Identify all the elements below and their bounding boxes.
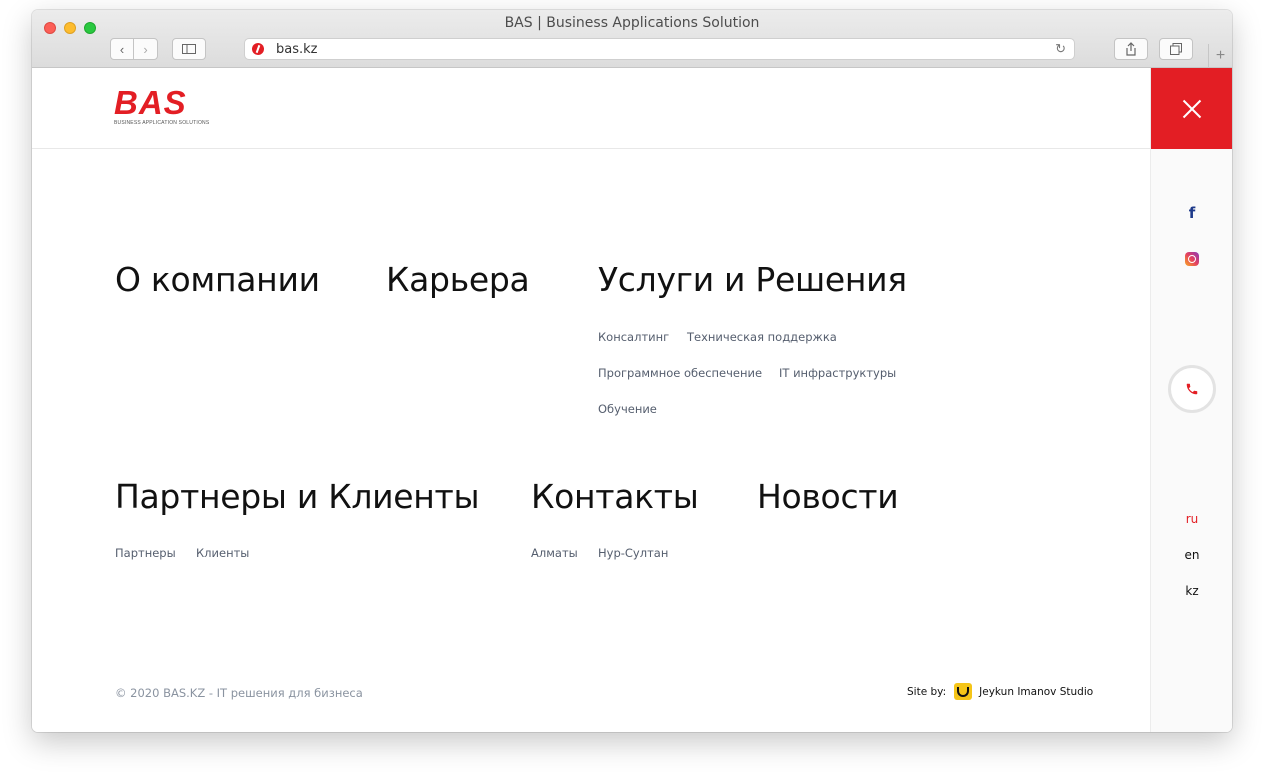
share-icon bbox=[1126, 42, 1136, 56]
studio-logo-icon bbox=[954, 683, 973, 700]
language-kz[interactable]: kz bbox=[1151, 584, 1232, 598]
language-ru[interactable]: ru bbox=[1151, 512, 1232, 526]
forward-button[interactable]: › bbox=[133, 38, 158, 60]
site-header: BAS BUSINESS APPLICATION SOLUTIONS bbox=[32, 68, 1150, 149]
footer-site-by: Site by: Jeykun Imanov Studio bbox=[907, 683, 1093, 700]
menu-services-training[interactable]: Обучение bbox=[598, 402, 657, 416]
menu-partners-partners[interactable]: Партнеры bbox=[115, 546, 176, 560]
phone-icon bbox=[1186, 383, 1198, 395]
right-rail: f ru en kz bbox=[1150, 68, 1232, 732]
facebook-icon[interactable]: f bbox=[1186, 205, 1198, 221]
logo-text: BAS bbox=[114, 84, 187, 121]
plus-icon: + bbox=[1215, 47, 1226, 64]
sidebar-toggle-button[interactable] bbox=[172, 38, 206, 60]
tabs-icon bbox=[1170, 43, 1182, 55]
window-title: BAS | Business Applications Solution bbox=[504, 15, 760, 31]
footer-copyright: © 2020 BAS.KZ - IT решения для бизнеса bbox=[115, 686, 363, 700]
sidebar-icon bbox=[182, 44, 196, 54]
page: BAS BUSINESS APPLICATION SOLUTIONS О ком… bbox=[32, 68, 1232, 732]
new-tab-button[interactable]: + bbox=[1208, 44, 1232, 68]
back-button[interactable]: ‹ bbox=[110, 38, 134, 60]
close-icon bbox=[1181, 98, 1203, 120]
menu-contacts-almaty[interactable]: Алматы bbox=[531, 546, 578, 560]
menu-services[interactable]: Услуги и Решения bbox=[598, 260, 907, 299]
close-menu-button[interactable] bbox=[1151, 68, 1232, 149]
share-button[interactable] bbox=[1114, 38, 1148, 60]
menu-career[interactable]: Карьера bbox=[386, 260, 530, 299]
menu-contacts-nursultan[interactable]: Нур-Султан bbox=[598, 546, 668, 560]
menu-services-it-infrastructure[interactable]: IT инфраструктуры bbox=[779, 366, 896, 380]
tabs-overview-button[interactable] bbox=[1159, 38, 1193, 60]
instagram-icon[interactable] bbox=[1185, 252, 1199, 266]
menu-partners-clients[interactable]: Клиенты bbox=[196, 546, 249, 560]
logo-subtitle: BUSINESS APPLICATION SOLUTIONS bbox=[114, 120, 210, 126]
site-logo[interactable]: BAS BUSINESS APPLICATION SOLUTIONS bbox=[114, 86, 209, 126]
menu-contacts[interactable]: Контакты bbox=[531, 477, 699, 516]
site-by-label: Site by: bbox=[907, 685, 947, 698]
language-en[interactable]: en bbox=[1151, 548, 1232, 562]
address-text: bas.kz bbox=[276, 41, 318, 57]
chevron-right-icon: › bbox=[143, 41, 148, 57]
site-favicon-icon bbox=[252, 43, 264, 55]
chevron-left-icon: ‹ bbox=[119, 41, 125, 57]
call-button[interactable] bbox=[1168, 365, 1216, 413]
menu-services-support[interactable]: Техническая поддержка bbox=[687, 330, 837, 344]
browser-toolbar: BAS | Business Applications Solution ‹ ›… bbox=[32, 10, 1232, 68]
reload-icon[interactable]: ↻ bbox=[1055, 41, 1066, 57]
address-bar[interactable]: bas.kz ↻ bbox=[244, 38, 1075, 60]
menu-services-consulting[interactable]: Консалтинг bbox=[598, 330, 669, 344]
studio-link[interactable]: Jeykun Imanov Studio bbox=[979, 686, 1093, 698]
menu-news[interactable]: Новости bbox=[757, 477, 899, 516]
menu-partners[interactable]: Партнеры и Клиенты bbox=[115, 477, 480, 516]
browser-window: BAS | Business Applications Solution ‹ ›… bbox=[32, 10, 1232, 732]
menu-services-software[interactable]: Программное обеспечение bbox=[598, 366, 762, 380]
menu-about[interactable]: О компании bbox=[115, 260, 320, 299]
